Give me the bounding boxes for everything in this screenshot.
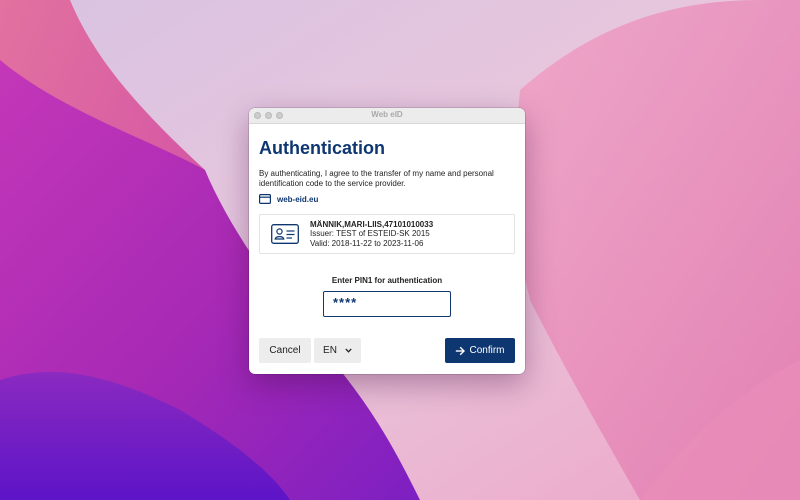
- dialog-content: Authentication By authenticating, I agre…: [249, 137, 525, 317]
- title-bar[interactable]: Web eID: [249, 108, 525, 124]
- browser-window-icon: [259, 194, 271, 204]
- chevron-down-icon: [345, 348, 352, 353]
- page-title: Authentication: [259, 138, 385, 158]
- arrow-right-icon: [456, 346, 466, 355]
- confirm-button[interactable]: Confirm: [445, 338, 515, 363]
- id-card-icon: [271, 224, 299, 244]
- dialog-actions: Cancel EN Confirm: [259, 338, 515, 363]
- pin-input[interactable]: ****: [323, 291, 451, 317]
- web-eid-dialog: Web eID Authentication By authenticating…: [249, 108, 525, 374]
- desktop: Web eID Authentication By authenticating…: [0, 0, 800, 500]
- pin-label: Enter PIN1 for authentication: [331, 276, 443, 285]
- window-title: Web eID: [371, 110, 403, 119]
- certificate-validity: Valid: 2018-11-22 to 2023-11-06: [310, 238, 424, 248]
- origin-row: web-eid.eu: [259, 194, 515, 204]
- cancel-button-label: Cancel: [269, 345, 301, 356]
- certificate-card: MÄNNIK,MARI-LIIS,47101010033 Issuer: TES…: [259, 214, 515, 254]
- origin-url: web-eid.eu: [277, 194, 319, 204]
- language-label: EN: [323, 345, 337, 356]
- certificate-details: MÄNNIK,MARI-LIIS,47101010033 Issuer: TES…: [310, 220, 433, 249]
- confirm-button-label: Confirm: [469, 345, 505, 356]
- certificate-issuer: Issuer: TEST of ESTEID-SK 2015: [310, 229, 430, 239]
- consent-description: By authenticating, I agree to the transf…: [259, 169, 494, 188]
- certificate-name: MÄNNIK,MARI-LIIS,47101010033: [310, 219, 434, 229]
- language-select[interactable]: EN: [314, 338, 361, 363]
- cancel-button[interactable]: Cancel: [259, 338, 311, 363]
